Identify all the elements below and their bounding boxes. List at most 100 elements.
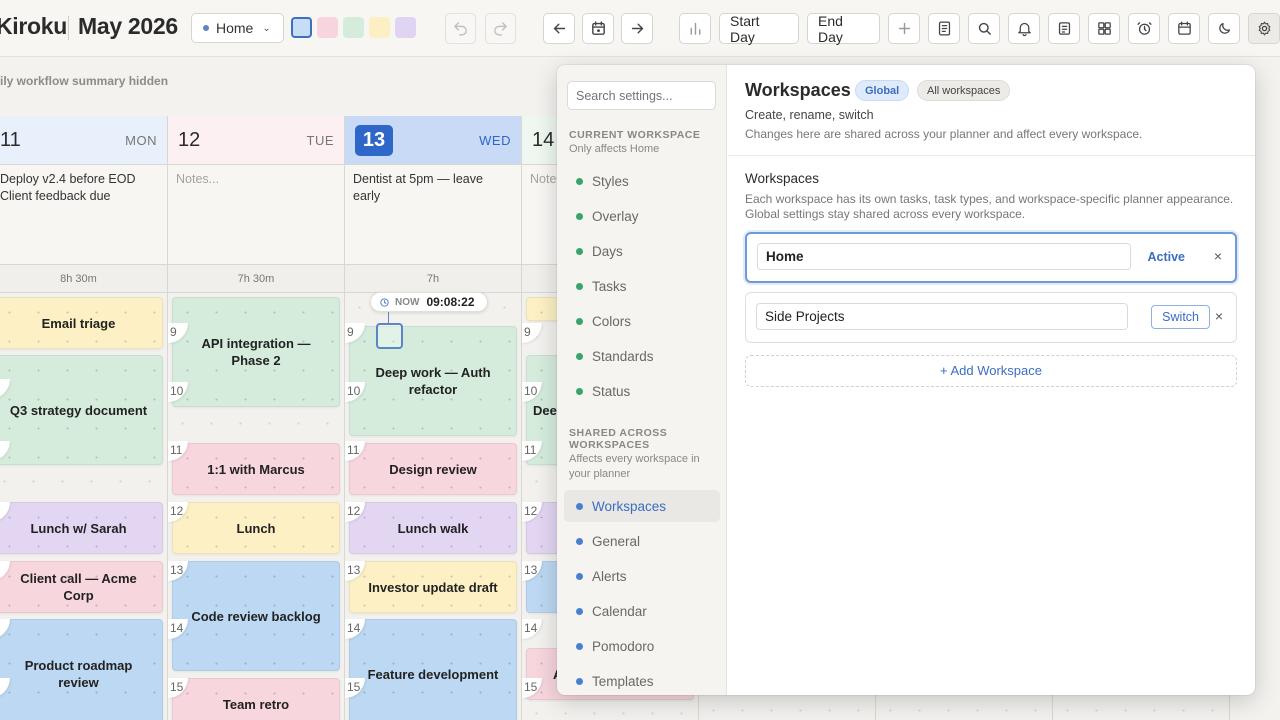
task-block[interactable]: Q3 strategy document [0, 355, 163, 465]
chevron-down-icon: ⌄ [262, 22, 271, 34]
now-slot-marker[interactable] [376, 323, 403, 349]
task-block[interactable]: Lunch w/ Sarah [0, 502, 163, 554]
dark-mode-button[interactable] [1208, 13, 1240, 44]
bullet-icon [576, 247, 583, 255]
day-notes[interactable]: Notes... [168, 165, 344, 265]
calendar-button[interactable] [1168, 13, 1200, 44]
day-notes[interactable]: Deploy v2.4 before EOD Client feedback d… [0, 165, 167, 265]
workspace-select[interactable]: Home ⌄ [191, 13, 284, 43]
nav-item-label: Templates [592, 673, 654, 689]
day-grid[interactable]: API integration — Phase 2 1:1 with Marcu… [168, 293, 344, 720]
day-header: 11 MON [0, 116, 167, 165]
add-button[interactable] [888, 13, 920, 44]
day-grid[interactable]: Email triage Q3 strategy document Lunch … [0, 293, 167, 720]
task-block[interactable]: Code review backlog [172, 561, 340, 671]
swatch-yellow[interactable] [369, 17, 390, 38]
start-day-button[interactable]: Start Day [719, 13, 799, 45]
bullet-icon [576, 317, 583, 325]
workspace-name-input[interactable] [756, 303, 1128, 330]
settings-title: Workspaces [745, 80, 851, 100]
moon-icon [1218, 22, 1230, 34]
task-block[interactable]: Deep work — Auth refactor [349, 326, 517, 436]
nav-item-general[interactable]: General [564, 525, 720, 557]
nav-item-templates[interactable]: Templates [564, 665, 720, 695]
clock-icon [380, 297, 389, 307]
redo-button[interactable] [485, 13, 516, 44]
day-grid[interactable]: Deep work — Auth refactor Design review … [345, 293, 521, 720]
hour-label: 14 [522, 619, 542, 639]
brand-divider [68, 16, 69, 40]
settings-button[interactable] [1248, 13, 1280, 44]
task-block[interactable]: Feature development [349, 619, 517, 720]
swatch-purple[interactable] [395, 17, 416, 38]
top-bar: Kiroku May 2026 Home ⌄ Start Day End Day [0, 0, 1280, 57]
end-day-button[interactable]: End Day [807, 13, 880, 45]
divider [728, 155, 1255, 156]
month-title: May 2026 [78, 13, 178, 39]
task-block[interactable]: API integration — Phase 2 [172, 297, 340, 407]
nav-item-label: Pomodoro [592, 638, 655, 654]
nav-item-status[interactable]: Status [564, 375, 720, 407]
workspace-select-label: Home [216, 20, 254, 36]
today-button[interactable] [582, 13, 614, 44]
day-name: TUE [306, 133, 334, 148]
task-block[interactable]: Client call — Acme Corp [0, 561, 163, 613]
nav-item-days[interactable]: Days [564, 235, 720, 267]
nav-item-calendar[interactable]: Calendar [564, 595, 720, 627]
task-block[interactable]: Product roadmap review [0, 619, 163, 720]
bullet-icon [576, 387, 583, 395]
nav-item-styles[interactable]: Styles [564, 165, 720, 197]
swatch-green[interactable] [343, 17, 364, 38]
workflow-summary-label[interactable]: ily workflow summary hidden [0, 74, 168, 88]
document-icon [938, 21, 950, 36]
add-workspace-button[interactable]: + Add Workspace [745, 355, 1237, 387]
bullet-icon [576, 677, 583, 685]
undo-button[interactable] [445, 13, 476, 44]
task-label: Lunch [236, 520, 276, 536]
now-line [388, 312, 389, 323]
task-block[interactable]: Lunch walk [349, 502, 517, 554]
nav-item-tasks[interactable]: Tasks [564, 270, 720, 302]
day-hours-total: 7h [345, 265, 521, 293]
now-indicator: NOW 09:08:22 [370, 292, 488, 312]
nav-item-alerts[interactable]: Alerts [564, 560, 720, 592]
notifications-button[interactable] [1008, 13, 1040, 44]
task-block[interactable]: Email triage [0, 297, 163, 349]
day-column-mon: 11 MON Deploy v2.4 before EOD Client fee… [0, 116, 168, 720]
workspace-name-input[interactable] [757, 243, 1131, 270]
global-badge: Global [855, 80, 910, 101]
day-header: 12 TUE [168, 116, 344, 165]
timer-button[interactable] [1128, 13, 1160, 44]
close-icon[interactable]: × [1214, 248, 1222, 264]
close-icon[interactable]: × [1215, 308, 1223, 324]
now-label: NOW [395, 296, 420, 308]
task-block[interactable]: 1:1 with Marcus [172, 443, 340, 495]
grid-view-button[interactable] [1088, 13, 1120, 44]
nav-item-colors[interactable]: Colors [564, 305, 720, 337]
list-button[interactable] [1048, 13, 1080, 44]
day-notes[interactable]: Dentist at 5pm — leave early [345, 165, 521, 265]
task-block[interactable]: Team retro [172, 678, 340, 720]
nav-item-workspaces[interactable]: Workspaces [564, 490, 720, 522]
task-block[interactable]: Design review [349, 443, 517, 495]
next-week-button[interactable] [621, 13, 653, 44]
search-button[interactable] [968, 13, 1000, 44]
nav-item-overlay[interactable]: Overlay [564, 200, 720, 232]
notes-button[interactable] [928, 13, 960, 44]
nav-item-label: Standards [592, 348, 654, 364]
task-block[interactable]: Investor update draft [349, 561, 517, 613]
day-column-tue: 12 TUE Notes... 7h 30m API integration —… [168, 116, 345, 720]
swatch-blue[interactable] [291, 17, 312, 38]
redo-icon [494, 22, 507, 36]
nav-item-label: Calendar [592, 603, 647, 619]
nav-item-standards[interactable]: Standards [564, 340, 720, 372]
switch-workspace-button[interactable]: Switch [1151, 305, 1210, 329]
settings-search-input[interactable] [567, 81, 716, 110]
nav-item-pomodoro[interactable]: Pomodoro [564, 630, 720, 662]
prev-week-button[interactable] [543, 13, 575, 44]
all-workspaces-badge: All workspaces [917, 80, 1011, 101]
task-block[interactable]: Lunch [172, 502, 340, 554]
current-workspace-heading: CURRENT WORKSPACE [569, 129, 701, 141]
swatch-pink[interactable] [317, 17, 338, 38]
stats-button[interactable] [679, 13, 711, 44]
